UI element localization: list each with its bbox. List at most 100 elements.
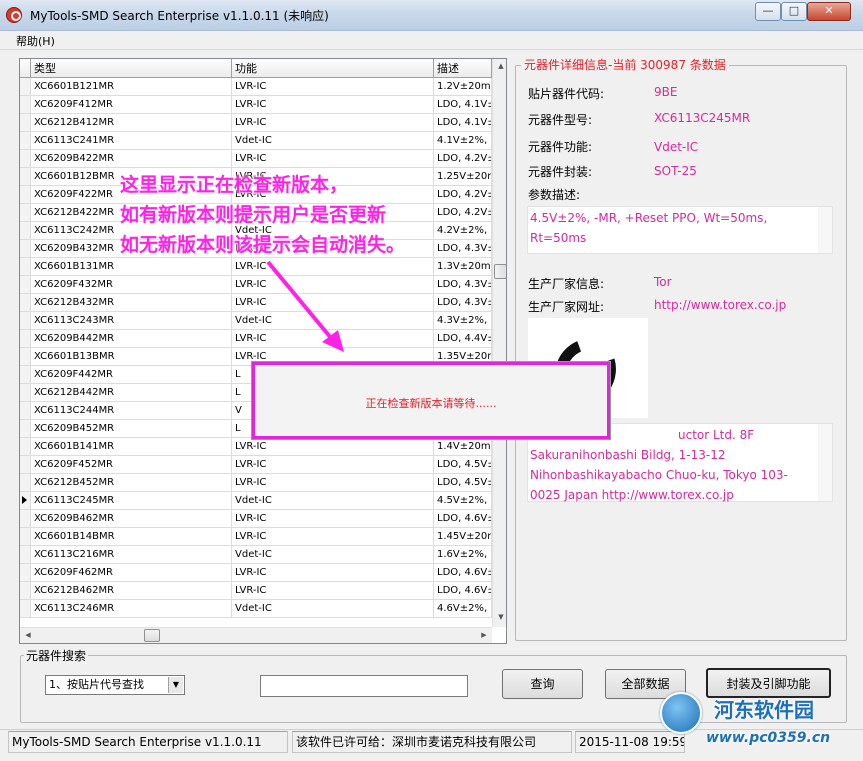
table-row[interactable]: XC6601B131MR LVR-IC 1.3V±20mV	[20, 258, 492, 276]
description-cell[interactable]: LDO, 4.6V±	[434, 564, 492, 581]
memo-scrollbar[interactable]	[818, 424, 832, 501]
description-cell[interactable]: LDO, 4.2V±	[434, 150, 492, 167]
type-cell[interactable]: XC6113C246MR	[31, 600, 232, 617]
type-cell[interactable]: XC6209F432MR	[31, 276, 232, 293]
row-indicator[interactable]	[20, 258, 31, 275]
site-value[interactable]: http://www.torex.co.jp	[654, 298, 786, 312]
type-cell[interactable]: XC6209B462MR	[31, 510, 232, 527]
description-cell[interactable]: LDO, 4.2V±	[434, 204, 492, 221]
table-row[interactable]: XC6209F432MR LVR-IC LDO, 4.3V±	[20, 276, 492, 294]
row-indicator[interactable]	[20, 420, 31, 437]
function-cell[interactable]: Vdet-IC	[232, 546, 434, 563]
type-cell[interactable]: XC6113C243MR	[31, 312, 232, 329]
minimize-button[interactable]: —	[755, 2, 781, 21]
title-bar[interactable]: MyTools-SMD Search Enterprise v1.1.0.11 …	[0, 0, 863, 31]
row-indicator[interactable]	[20, 132, 31, 149]
description-cell[interactable]: LDO, 4.6V±	[434, 582, 492, 599]
row-indicator[interactable]	[20, 510, 31, 527]
table-row[interactable]: XC6113C241MR Vdet-IC 4.1V±2%,	[20, 132, 492, 150]
scroll-up-icon[interactable]: ▲	[493, 62, 506, 70]
row-indicator[interactable]	[20, 582, 31, 599]
function-cell[interactable]: Vdet-IC	[232, 600, 434, 617]
description-cell[interactable]: 4.6V±2%,	[434, 600, 492, 617]
row-indicator[interactable]	[20, 222, 31, 239]
description-cell[interactable]: 1.4V±20mV	[434, 438, 492, 455]
type-cell[interactable]: XC6601B131MR	[31, 258, 232, 275]
column-header-description[interactable]: 描述	[434, 59, 492, 78]
function-cell[interactable]: LVR-IC	[232, 510, 434, 527]
type-cell[interactable]: XC6209F442MR	[31, 366, 232, 383]
type-cell[interactable]: XC6601B13BMR	[31, 348, 232, 365]
description-cell[interactable]: 4.1V±2%,	[434, 132, 492, 149]
row-indicator[interactable]	[20, 240, 31, 257]
table-row[interactable]: XC6601B141MR LVR-IC 1.4V±20mV	[20, 438, 492, 456]
function-cell[interactable]: Vdet-IC	[232, 492, 434, 509]
description-cell[interactable]: LDO, 4.1V±	[434, 96, 492, 113]
scroll-down-icon[interactable]: ▼	[493, 613, 506, 621]
description-cell[interactable]: LDO, 4.5V±	[434, 474, 492, 491]
function-cell[interactable]: LVR-IC	[232, 276, 434, 293]
row-indicator[interactable]	[20, 294, 31, 311]
type-cell[interactable]: XC6113C241MR	[31, 132, 232, 149]
menu-help[interactable]: 帮助(H)	[16, 33, 55, 49]
maximize-button[interactable]: □	[781, 2, 807, 21]
function-cell[interactable]: LVR-IC	[232, 474, 434, 491]
table-row[interactable]: XC6113C216MR Vdet-IC 1.6V±2%,	[20, 546, 492, 564]
function-cell[interactable]: LVR-IC	[232, 294, 434, 311]
function-cell[interactable]: LVR-IC	[232, 114, 434, 131]
chevron-down-icon[interactable]: ▼	[168, 677, 183, 693]
type-cell[interactable]: XC6601B141MR	[31, 438, 232, 455]
function-cell[interactable]: Vdet-IC	[232, 132, 434, 149]
description-cell[interactable]: 4.5V±2%,	[434, 492, 492, 509]
row-indicator[interactable]	[20, 438, 31, 455]
type-cell[interactable]: XC6601B14BMR	[31, 528, 232, 545]
description-cell[interactable]: 1.2V±20mV	[434, 78, 492, 95]
memo-scrollbar[interactable]	[818, 207, 832, 253]
function-cell[interactable]: LVR-IC	[232, 528, 434, 545]
table-row[interactable]: XC6113C246MR Vdet-IC 4.6V±2%,	[20, 600, 492, 618]
description-cell[interactable]: LDO, 4.5V±	[434, 456, 492, 473]
type-cell[interactable]: XC6209F462MR	[31, 564, 232, 581]
function-cell[interactable]: LVR-IC	[232, 564, 434, 581]
type-cell[interactable]: XC6209F412MR	[31, 96, 232, 113]
row-indicator[interactable]	[20, 78, 31, 95]
column-header-function[interactable]: 功能	[232, 59, 434, 78]
description-cell[interactable]: LDO, 4.3V±	[434, 294, 492, 311]
description-cell[interactable]: 1.25V±20m	[434, 168, 492, 185]
description-cell[interactable]: LDO, 4.3V±	[434, 276, 492, 293]
row-indicator[interactable]	[20, 114, 31, 131]
vertical-scroll-thumb[interactable]	[494, 264, 506, 279]
table-row[interactable]: XC6212B462MR LVR-IC LDO, 4.6V±	[20, 582, 492, 600]
row-indicator[interactable]	[20, 276, 31, 293]
query-button[interactable]: 查询	[502, 669, 583, 699]
description-cell[interactable]: 1.45V±20m	[434, 528, 492, 545]
function-cell[interactable]: LVR-IC	[232, 96, 434, 113]
table-row[interactable]: XC6212B432MR LVR-IC LDO, 4.3V±	[20, 294, 492, 312]
horizontal-scrollbar[interactable]: ◀ ▶	[20, 627, 492, 643]
function-cell[interactable]: LVR-IC	[232, 582, 434, 599]
description-cell[interactable]: 1.3V±20mV	[434, 258, 492, 275]
row-indicator[interactable]	[20, 330, 31, 347]
description-cell[interactable]: LDO, 4.4V±	[434, 330, 492, 347]
type-cell[interactable]: XC6209B442MR	[31, 330, 232, 347]
param-memo[interactable]: 4.5V±2%, -MR, +Reset PPO, Wt=50ms, Rt=50…	[527, 206, 833, 254]
table-row[interactable]: XC6601B121MR LVR-IC 1.2V±20mV	[20, 78, 492, 96]
description-cell[interactable]: LDO, 4.6V±	[434, 510, 492, 527]
row-indicator[interactable]	[20, 474, 31, 491]
row-indicator[interactable]	[20, 456, 31, 473]
row-indicator[interactable]	[20, 600, 31, 617]
row-indicator[interactable]	[20, 546, 31, 563]
row-indicator[interactable]	[20, 186, 31, 203]
description-cell[interactable]: LDO, 4.3V±	[434, 240, 492, 257]
row-indicator[interactable]	[20, 204, 31, 221]
row-indicator[interactable]	[20, 168, 31, 185]
description-cell[interactable]: 4.3V±2%,	[434, 312, 492, 329]
component-grid[interactable]: 类型 功能 描述 XC6601B121MR LVR-IC 1.2V±20mV XC62…	[19, 58, 507, 644]
app-icon[interactable]	[6, 7, 22, 23]
description-cell[interactable]: LDO, 4.1V±	[434, 114, 492, 131]
row-indicator[interactable]	[20, 366, 31, 383]
scroll-left-icon[interactable]: ◀	[20, 631, 36, 639]
table-row[interactable]: XC6209B442MR LVR-IC LDO, 4.4V±	[20, 330, 492, 348]
row-indicator[interactable]	[20, 150, 31, 167]
type-cell[interactable]: XC6113C245MR	[31, 492, 232, 509]
